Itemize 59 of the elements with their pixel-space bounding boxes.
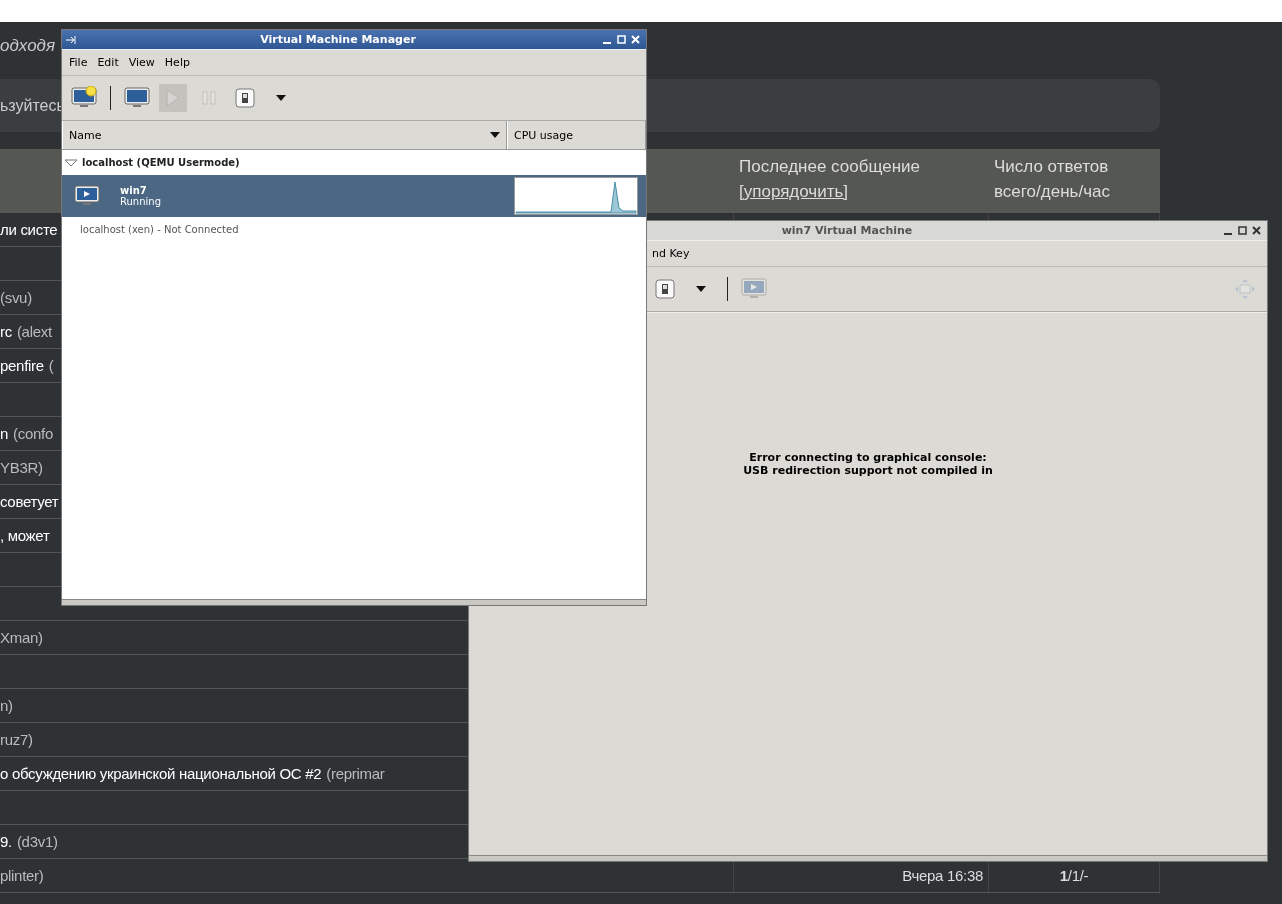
minimize-icon [1224,232,1232,235]
name-column-header[interactable]: Name [62,121,507,149]
topic-author: (reprimar [326,765,385,782]
error-message: USB redirection support not compiled in [743,464,993,477]
menu-item[interactable]: File [68,54,89,71]
connection-row[interactable]: localhost (QEMU Usermode) [62,150,646,175]
topic-link[interactable]: советует [0,493,59,510]
vm-monitor-icon [74,184,100,208]
caret-icon [696,286,706,292]
notice-text: ьзуйтесь [0,96,65,115]
sort-link[interactable]: [упорядочить] [739,182,849,201]
topic-author: (confo [13,425,53,442]
topic-author: (d3v1) [16,833,58,850]
topic-author: n) [0,697,13,714]
vm-name: win7 [120,185,148,196]
menu-item[interactable]: nd Key [651,245,691,262]
maximize-button[interactable] [614,32,628,47]
topic-author: plinter) [0,867,44,884]
topic-link[interactable]: penfire [0,357,44,374]
page-subtitle: одходя [0,36,56,56]
topic-link[interactable]: n [0,425,9,442]
window-title: Virtual Machine Manager [259,33,417,46]
vm-status: Running [120,196,161,207]
pause-icon [202,91,216,105]
power-switch-icon [655,279,675,299]
expander-icon[interactable] [64,158,78,167]
topic-author: ( [48,357,54,374]
topic-author: ruz7) [0,731,33,748]
topic-link[interactable]: 9. [0,833,12,850]
column-header: Число ответов всего/день/час [994,156,1111,203]
menu-item[interactable]: Edit [96,54,120,71]
pin-icon[interactable] [66,35,76,44]
topic-author: YB3R) [0,459,43,476]
monitor-icon [124,86,150,110]
topic-author: (svu) [0,289,32,306]
topic-link[interactable]: rc [0,323,12,340]
fullscreen-icon [1234,278,1256,300]
menu-item[interactable]: View [127,54,156,71]
topic-link[interactable]: о обсуждению украинской национальной ОС #2 [0,765,322,782]
topic-link[interactable]: , может [0,527,50,544]
minimize-icon [603,41,611,44]
menu-item[interactable]: Help [163,54,191,71]
window-title: win7 Virtual Machine [780,224,914,237]
cpu-column-header[interactable]: CPU usage [507,121,646,149]
monitor-play-icon [741,277,767,301]
column-header: Последнее сообщение [739,156,922,178]
last-message-time: Вчера 16:38 [902,867,983,884]
error-message: Error connecting to graphical console: [749,451,987,464]
maximize-button[interactable] [1235,223,1249,238]
new-vm-icon [71,86,97,110]
topic-author: Xman) [0,629,43,646]
power-switch-icon [235,88,255,108]
play-icon [166,89,180,107]
connection-row[interactable]: localhost (xen) - Not Connected [62,217,646,241]
topic-author: (alext [16,323,52,340]
caret-icon [276,95,286,101]
vm-row[interactable]: win7 Running [62,175,646,217]
topic-link[interactable]: ли систе [0,221,58,238]
reply-count: 1/1/- [1059,867,1089,884]
